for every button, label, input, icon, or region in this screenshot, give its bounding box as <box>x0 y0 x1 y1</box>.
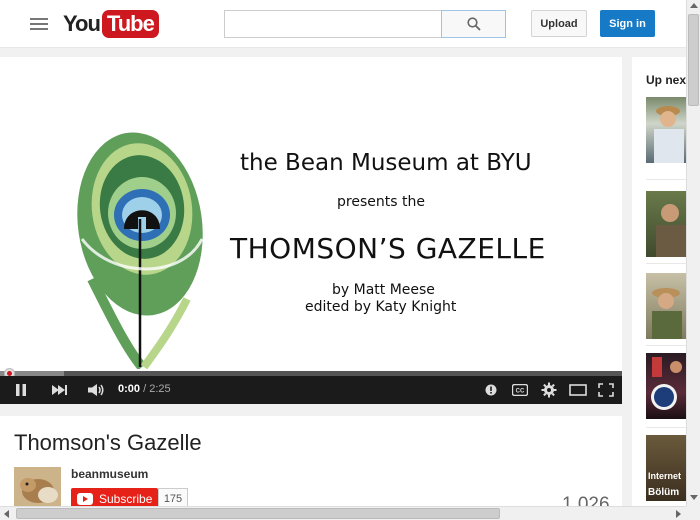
svg-text:CC: CC <box>516 389 525 395</box>
menu-icon[interactable] <box>30 15 48 33</box>
player-controls: 0:00 / 2:25 CC <box>0 376 622 404</box>
thumbnail-show-icon <box>651 357 682 410</box>
scroll-left-arrow-icon[interactable] <box>4 510 9 518</box>
vertical-scrollbar[interactable] <box>686 0 700 506</box>
search-box <box>224 10 442 38</box>
thumbnail-person-outdoor-icon <box>656 204 686 257</box>
scroll-up-arrow-icon[interactable] <box>690 3 698 8</box>
slide-text-presents: presents the <box>337 194 425 210</box>
youtube-play-icon <box>77 493 93 505</box>
horizontal-scrollbar[interactable] <box>0 506 686 520</box>
volume-icon[interactable] <box>86 382 106 398</box>
thumbnail-divider <box>646 427 686 428</box>
video-title: Thomson's Gazelle <box>14 430 202 455</box>
fullscreen-icon[interactable] <box>597 382 615 398</box>
thumbnail-divider <box>646 179 686 180</box>
scroll-right-arrow-icon[interactable] <box>676 510 681 518</box>
slide-text-author: by Matt Meese <box>332 282 435 298</box>
horizontal-scrollbar-thumb[interactable] <box>16 508 500 519</box>
youtube-logo[interactable]: You Tube <box>63 9 159 39</box>
masthead: You Tube Upload Sign in <box>0 0 686 48</box>
up-next-sidebar: Up next Internet Bölüm <box>632 57 686 512</box>
search-input[interactable] <box>225 11 441 37</box>
captions-icon[interactable]: CC <box>512 382 528 398</box>
thumbnail-divider <box>646 263 686 264</box>
up-next-label: Up next <box>646 73 686 87</box>
time-separator: / <box>140 383 150 395</box>
up-next-thumbnail-1[interactable] <box>646 97 686 163</box>
thumbnail-text-bolum: Bölüm <box>648 487 680 498</box>
thumbnail-text-internet: Internet <box>648 471 682 481</box>
video-info-panel: Thomson's Gazelle beanmuseum Subscribe 1… <box>0 416 622 520</box>
video-player[interactable]: the Bean Museum at BYU presents the THOM… <box>0 57 622 404</box>
pause-icon[interactable] <box>13 382 29 398</box>
video-frame[interactable]: the Bean Museum at BYU presents the THOM… <box>0 57 622 371</box>
logo-you-text: You <box>63 11 101 36</box>
slide-text-museum: the Bean Museum at BYU <box>240 150 532 176</box>
slide-text-editor: edited by Katy Knight <box>305 299 457 315</box>
current-time: 0:00 <box>118 383 141 395</box>
slide-text-title: THOMSON’S GAZELLE <box>230 232 546 265</box>
theater-mode-icon[interactable] <box>569 382 587 398</box>
gazelle-avatar-image <box>14 467 61 507</box>
up-next-thumbnail-3[interactable] <box>646 273 686 339</box>
up-next-thumbnail-4[interactable] <box>646 353 686 419</box>
scrollbar-corner <box>686 506 700 520</box>
time-display: 0:00 / 2:25 <box>118 383 171 395</box>
channel-avatar[interactable] <box>14 467 61 507</box>
scroll-down-arrow-icon[interactable] <box>690 495 698 500</box>
thumbnail-person-hat-icon <box>654 106 684 163</box>
thumbnail-divider <box>646 345 686 346</box>
vertical-scrollbar-thumb[interactable] <box>688 14 699 106</box>
logo-tube-text: Tube <box>101 10 159 38</box>
up-next-thumbnail-5[interactable]: Internet Bölüm <box>646 435 686 501</box>
subscribe-label: Subscribe <box>99 492 153 506</box>
thumbnail-person-hat-2-icon <box>652 288 682 339</box>
next-icon[interactable] <box>50 382 68 398</box>
upload-button[interactable]: Upload <box>531 10 587 37</box>
search-icon <box>466 17 481 31</box>
settings-gear-icon[interactable] <box>540 382 558 398</box>
up-next-thumbnail-2[interactable] <box>646 191 686 257</box>
channel-name[interactable]: beanmuseum <box>71 467 148 481</box>
info-icon[interactable] <box>484 382 498 398</box>
peacock-feather-logo <box>77 132 204 369</box>
duration: 2:25 <box>149 383 171 395</box>
search-button[interactable] <box>441 10 506 38</box>
sign-in-button[interactable]: Sign in <box>600 10 655 37</box>
